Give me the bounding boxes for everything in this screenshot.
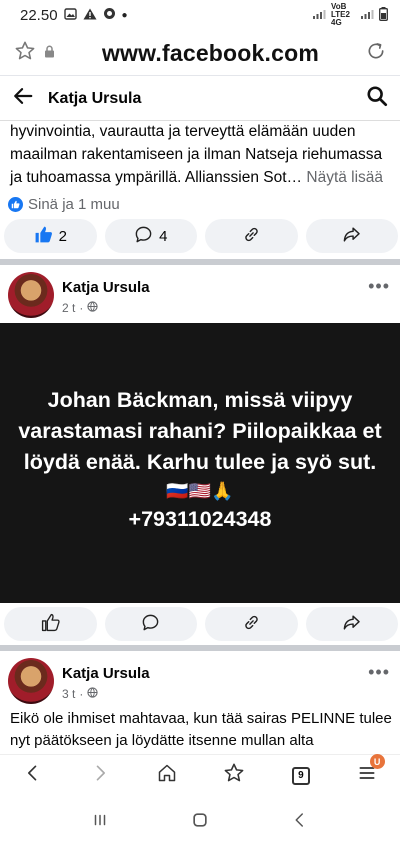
post-header: Katja Ursula 3 t · •••: [0, 652, 400, 712]
comment-count: 4: [159, 227, 168, 245]
wifi-signal-icon: [312, 8, 326, 22]
post-text: hyvinvointia, vaurautta ja terveyttä elä…: [10, 120, 394, 189]
system-nav-bar: [0, 800, 400, 844]
comment-icon: [141, 613, 160, 636]
home-icon[interactable]: [157, 763, 177, 788]
notification-badge: U: [369, 754, 385, 769]
post-author[interactable]: Katja Ursula: [62, 665, 150, 682]
globe-icon: [87, 687, 98, 701]
image-text-line-2: varastamasi rahani? Piilopaikkaa et: [18, 419, 382, 443]
see-more-link[interactable]: Näytä lisää: [306, 169, 383, 186]
tabs-button[interactable]: 9: [291, 766, 310, 785]
browser-url-bar[interactable]: www.facebook.com: [0, 32, 400, 76]
image-notification-icon: [63, 7, 77, 24]
separator-dot: ·: [79, 687, 84, 701]
post-divider: [0, 645, 400, 651]
share-button[interactable]: [305, 219, 398, 253]
reload-icon[interactable]: [366, 41, 386, 66]
comment-button[interactable]: 4: [104, 219, 197, 253]
comment-icon: [134, 225, 153, 248]
post-meta: 2 t ·: [62, 301, 98, 315]
like-button[interactable]: [4, 607, 97, 641]
post-author[interactable]: Katja Ursula: [62, 279, 150, 296]
search-icon[interactable]: [366, 85, 388, 112]
copy-link-button[interactable]: [205, 219, 298, 253]
link-icon: [242, 613, 261, 636]
thumbs-up-icon: [34, 225, 53, 248]
battery-icon: [379, 7, 388, 23]
profile-header-bar: Katja Ursula: [0, 77, 400, 121]
post-time[interactable]: 3 t: [62, 687, 75, 701]
home-button-icon[interactable]: [190, 810, 210, 835]
alert-icon: [83, 7, 97, 24]
network-label: VoB LTE2 4G: [331, 2, 350, 27]
lock-icon: [44, 45, 55, 63]
post-time[interactable]: 2 t: [62, 301, 75, 315]
image-text-line-1: Johan Bäckman, missä viipyy: [47, 388, 353, 412]
post-image[interactable]: Johan Bäckman, missä viipyy varastamasi …: [0, 323, 400, 603]
share-button[interactable]: [305, 607, 398, 641]
post-meta: 3 t ·: [62, 687, 98, 701]
image-emojis: 🇷🇺🇺🇸🙏: [166, 481, 234, 501]
separator-dot: ·: [79, 301, 84, 315]
copy-link-button[interactable]: [205, 607, 298, 641]
menu-button[interactable]: U: [357, 754, 385, 788]
recent-apps-icon[interactable]: [91, 811, 109, 834]
post-actions: [4, 607, 398, 641]
reaction-summary[interactable]: Sinä ja 1 muu: [8, 196, 120, 213]
back-icon[interactable]: [23, 763, 43, 788]
post-actions: 2 4: [4, 219, 398, 253]
sync-icon: [103, 7, 116, 24]
image-text-line-3: löydä enää. Karhu tulee ja syö sut.: [23, 450, 377, 474]
signal-icon: [360, 8, 374, 22]
share-icon: [342, 225, 361, 248]
tab-count: 9: [298, 770, 304, 781]
post-divider: [0, 259, 400, 265]
browser-toolbar: 9 U: [0, 754, 400, 796]
system-back-icon[interactable]: [291, 811, 309, 834]
avatar[interactable]: [8, 272, 54, 318]
more-notifications-dot: ●: [121, 9, 128, 21]
bookmarks-icon[interactable]: [223, 762, 245, 789]
avatar[interactable]: [8, 658, 54, 704]
like-reaction-icon: [8, 197, 23, 212]
status-bar: 22.50 ● VoB LTE2 4G: [0, 0, 400, 30]
globe-icon: [87, 301, 98, 315]
comment-button[interactable]: [104, 607, 197, 641]
more-options-icon[interactable]: •••: [368, 662, 390, 683]
reaction-text: Sinä ja 1 muu: [28, 196, 120, 213]
like-button[interactable]: 2: [4, 219, 97, 253]
more-options-icon[interactable]: •••: [368, 276, 390, 297]
page-title: Katja Ursula: [48, 89, 142, 107]
like-count: 2: [58, 227, 67, 245]
url-text[interactable]: www.facebook.com: [55, 40, 366, 67]
status-time: 22.50: [20, 6, 58, 24]
post-text: Eikö ole ihmiset mahtavaa, kun tää saira…: [10, 710, 392, 749]
share-icon: [342, 613, 361, 636]
bookmark-star-icon[interactable]: [14, 40, 36, 67]
post-header: Katja Ursula 2 t · •••: [0, 266, 400, 326]
forward-icon[interactable]: [90, 763, 110, 788]
back-arrow-icon[interactable]: [12, 85, 34, 112]
link-icon: [242, 225, 261, 248]
image-phone-number: +79311024348: [128, 507, 272, 531]
thumbs-up-icon: [41, 613, 60, 636]
